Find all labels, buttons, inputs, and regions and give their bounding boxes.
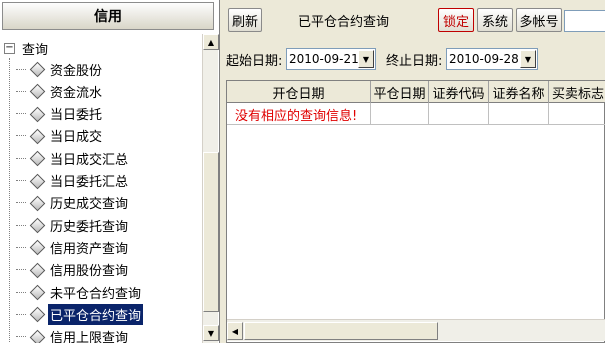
table-cell: [371, 103, 429, 125]
tree-item[interactable]: 当日成交: [16, 125, 104, 147]
tree-item[interactable]: 当日委托汇总: [16, 170, 130, 192]
diamond-icon: [29, 217, 45, 233]
tree-item-label: 当日委托: [50, 108, 103, 124]
tree-item[interactable]: 资金股份: [16, 58, 104, 80]
tree-item-label: 信用股份查询: [50, 264, 129, 280]
col-header-security-code[interactable]: 证券代码: [429, 81, 489, 103]
tree-item-label: 历史成交查询: [50, 197, 129, 213]
left-panel: 信用 − 查询 资金股份资金流水当日委托当日成交当日成交汇总 当日委托汇总 历史成交…: [0, 0, 220, 343]
page-title: 已平仓合约查询: [298, 14, 390, 30]
tree-item-label: 已平仓合约查询: [48, 303, 144, 325]
multi-account-button[interactable]: 多帐号: [516, 8, 562, 32]
tree-vertical-scrollbar[interactable]: ▲ ▼: [202, 34, 219, 343]
tree-item[interactable]: 未平仓合约查询: [16, 281, 143, 303]
tree-item-label: 当日委托汇总: [50, 175, 129, 190]
tree-item-label: 资金流水: [50, 85, 103, 101]
tree-item-label: 未平仓合约查询: [50, 286, 142, 302]
start-date-value: 2010-09-21: [289, 52, 359, 66]
tree-item-label: 信用上限查询: [50, 331, 129, 343]
col-header-security-name[interactable]: 证券名称: [489, 81, 549, 103]
start-date-label: 起始日期:: [226, 53, 283, 69]
end-date-dropdown-icon[interactable]: ▼: [520, 50, 536, 68]
left-panel-header: 信用: [2, 2, 214, 30]
diamond-icon: [29, 239, 45, 255]
tree-connector: [16, 224, 26, 226]
diamond-icon: [29, 195, 45, 211]
tree-item-label: 信用资产查询: [50, 241, 129, 257]
tree-root-query[interactable]: − 查询: [4, 38, 48, 58]
tree-connector: [16, 113, 26, 115]
tree-item[interactable]: 信用资产查询: [16, 236, 130, 258]
tree-item[interactable]: 历史委托查询: [16, 214, 130, 236]
tree-item[interactable]: 信用上限查询: [16, 326, 130, 343]
tree-item[interactable]: 当日委托: [16, 103, 104, 125]
tree-item[interactable]: 已平仓合约查询: [16, 303, 144, 325]
system-button[interactable]: 系统: [477, 8, 513, 32]
tree-connector: [16, 180, 26, 181]
table-cell: [489, 103, 549, 125]
diamond-icon: [29, 306, 45, 322]
tree-item[interactable]: 当日成交汇总: [16, 147, 130, 169]
end-date-value: 2010-09-28: [449, 52, 519, 66]
scroll-thumb[interactable]: [244, 322, 438, 340]
end-date-picker[interactable]: 2010-09-28 ▼: [446, 48, 538, 70]
diamond-icon: [29, 106, 45, 122]
start-date-dropdown-icon[interactable]: ▼: [358, 50, 374, 68]
diamond-icon: [29, 83, 45, 99]
collapse-icon[interactable]: −: [4, 42, 15, 54]
scroll-thumb[interactable]: [203, 152, 219, 312]
col-header-open-date[interactable]: 开仓日期: [227, 81, 371, 103]
tree-item[interactable]: 资金流水: [16, 80, 104, 102]
tree-connector: [16, 90, 26, 92]
table-row[interactable]: 没有相应的查询信息!: [227, 103, 605, 125]
scroll-down-button[interactable]: ▼: [203, 325, 219, 341]
tree-connector: [16, 291, 26, 293]
tree-connector: [16, 246, 26, 248]
right-panel: 刷新 已平仓合约查询 锁定 系统 多帐号 起始日期: 2010-09-21 ▼ …: [222, 0, 605, 343]
diamond-icon: [29, 128, 45, 144]
tree-item[interactable]: 信用股份查询: [16, 259, 130, 281]
grid-horizontal-scrollbar[interactable]: ◀: [227, 319, 605, 341]
grid-header-row: 开仓日期 平仓日期 证券代码 证券名称 买卖标志: [227, 81, 605, 103]
end-date-label: 终止日期:: [386, 53, 443, 69]
refresh-button[interactable]: 刷新: [228, 8, 262, 32]
tree-connector-line: [9, 58, 10, 343]
tree-connector: [16, 68, 26, 70]
lock-button[interactable]: 锁定: [438, 8, 474, 32]
scroll-up-button[interactable]: ▲: [203, 34, 219, 50]
account-input[interactable]: [564, 10, 605, 32]
diamond-icon: [29, 173, 45, 189]
tree-connector: [16, 135, 26, 137]
start-date-picker[interactable]: 2010-09-21 ▼: [286, 48, 376, 70]
col-header-buy-sell-flag[interactable]: 买卖标志: [549, 81, 605, 103]
tree-connector: [16, 269, 26, 271]
diamond-icon: [29, 150, 45, 166]
tree-item-label: 历史委托查询: [50, 219, 129, 235]
scroll-left-button[interactable]: ◀: [227, 322, 243, 340]
tree-root-label: 查询: [22, 42, 49, 58]
col-header-close-date[interactable]: 平仓日期: [371, 81, 429, 103]
table-cell: [429, 103, 489, 125]
diamond-icon: [29, 284, 45, 300]
tree-connector: [16, 157, 26, 159]
diamond-icon: [29, 329, 45, 343]
tree-item-label: 当日成交: [50, 130, 103, 146]
query-tree: − 查询 资金股份资金流水当日委托当日成交当日成交汇总 当日委托汇总 历史成交查询历…: [0, 34, 202, 343]
tree-connector: [16, 313, 26, 315]
diamond-icon: [29, 61, 45, 77]
tree-item[interactable]: 历史成交查询: [16, 192, 130, 214]
tree-item-label: 当日成交汇总: [50, 152, 129, 168]
table-cell: 没有相应的查询信息!: [227, 103, 371, 125]
diamond-icon: [29, 262, 45, 278]
tree-connector: [16, 202, 26, 204]
tree-connector: [16, 336, 26, 338]
results-grid[interactable]: 开仓日期 平仓日期 证券代码 证券名称 买卖标志 没有相应的查询信息! ◀: [226, 80, 605, 343]
table-cell: [549, 103, 605, 125]
tree-item-label: 资金股份: [50, 63, 103, 79]
empty-result-message: 没有相应的查询信息!: [235, 108, 358, 124]
